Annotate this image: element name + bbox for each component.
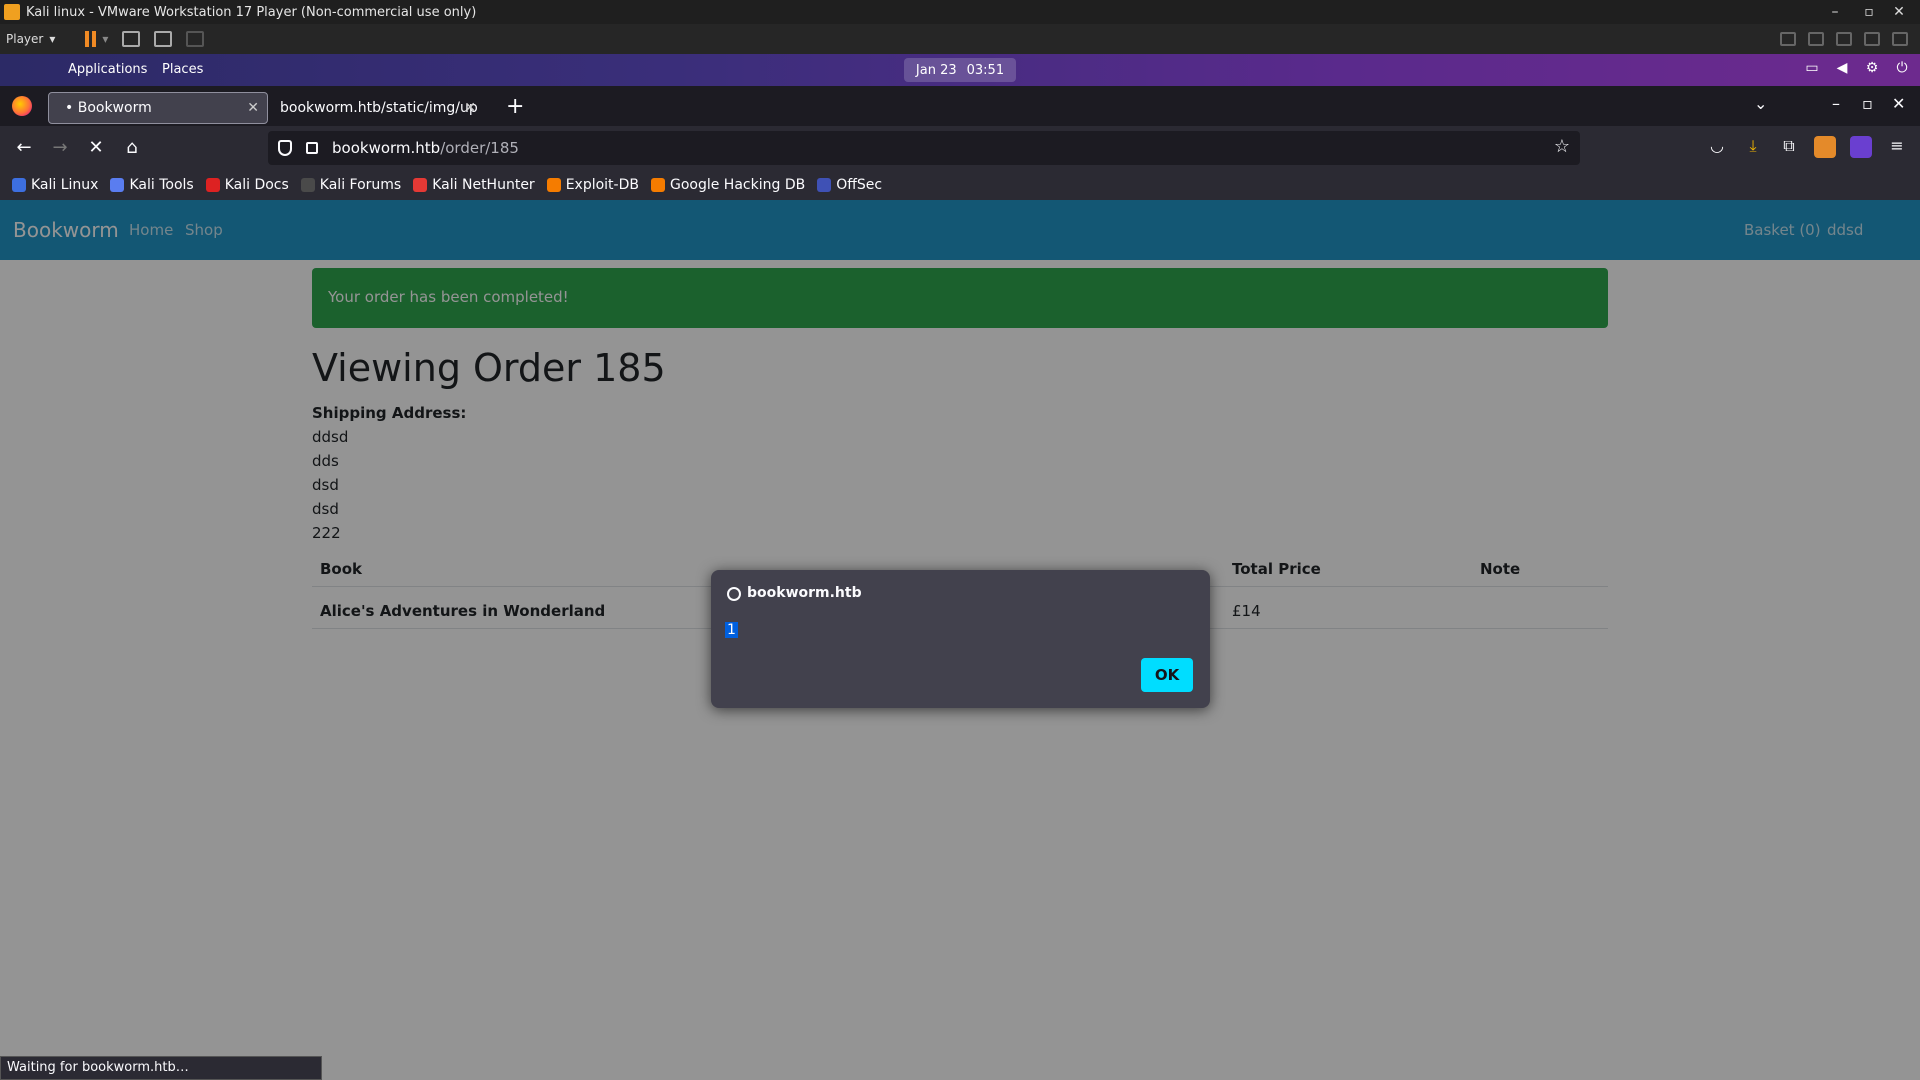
bookmark-kali-docs[interactable]: Kali Docs bbox=[205, 177, 289, 193]
downloads-icon[interactable]: ⤓ bbox=[1742, 136, 1764, 158]
bookmark-label: Exploit-DB bbox=[565, 177, 639, 193]
vmware-logo-icon bbox=[4, 4, 20, 20]
vmware-window-title: Kali linux - VMware Workstation 17 Playe… bbox=[26, 4, 477, 20]
close-window-icon[interactable]: ✕ bbox=[1892, 94, 1905, 113]
browser-status-bar: Waiting for bookworm.htb… bbox=[0, 1056, 322, 1080]
close-tab-icon[interactable]: ✕ bbox=[464, 100, 476, 116]
firefox-logo-icon bbox=[12, 96, 32, 116]
kali-nethunter-icon bbox=[413, 178, 428, 192]
panel-clock[interactable]: Jan 23 03:51 bbox=[904, 58, 1016, 82]
dialog-host: bookworm.htb bbox=[747, 585, 862, 601]
globe-icon bbox=[727, 587, 741, 601]
player-menu-label: Player bbox=[6, 32, 44, 46]
exploit-db-icon bbox=[546, 178, 561, 192]
volume-icon[interactable]: ◀ bbox=[1834, 60, 1850, 76]
maximize-icon[interactable]: ▫ bbox=[1862, 94, 1873, 113]
hamburger-menu-icon[interactable]: ≡ bbox=[1886, 136, 1908, 158]
tab-bookworm[interactable]: • Bookworm ✕ bbox=[48, 92, 268, 124]
settings-icon[interactable]: ⚙ bbox=[1864, 60, 1880, 76]
bookmarks-toolbar: Kali Linux Kali Tools Kali Docs Kali For… bbox=[0, 170, 1920, 200]
foxyproxy-extension-icon[interactable] bbox=[1850, 136, 1872, 158]
tab-static-img[interactable]: bookworm.htb/static/img/up ✕ bbox=[272, 92, 484, 124]
places-menu[interactable]: Places bbox=[162, 62, 203, 77]
clock-time: 03:51 bbox=[966, 62, 1005, 78]
forward-icon[interactable]: → bbox=[48, 136, 72, 160]
send-ctrl-alt-del-icon[interactable] bbox=[122, 31, 141, 47]
applications-menu[interactable]: Applications bbox=[68, 62, 147, 77]
lock-icon[interactable] bbox=[306, 142, 318, 154]
chevron-down-icon: ▾ bbox=[49, 32, 56, 46]
stop-loading-icon[interactable]: ✕ bbox=[84, 136, 108, 160]
tab-label: • Bookworm bbox=[65, 100, 152, 116]
chevron-down-icon[interactable]: ▾ bbox=[102, 32, 108, 46]
vm-minimize-icon[interactable]: – bbox=[1820, 0, 1850, 24]
screen-icon[interactable]: ▭ bbox=[1804, 60, 1820, 76]
pocket-icon[interactable]: ◡ bbox=[1706, 136, 1728, 158]
alert-dialog: bookworm.htb 1 OK bbox=[711, 570, 1210, 708]
power-icon[interactable]: ⏻ bbox=[1894, 60, 1910, 76]
bookmark-label: Kali Docs bbox=[224, 177, 289, 193]
new-tab-icon[interactable]: + bbox=[506, 94, 524, 119]
home-icon[interactable]: ⌂ bbox=[120, 136, 144, 160]
device-icon[interactable] bbox=[1864, 32, 1880, 46]
device-icon[interactable] bbox=[1808, 32, 1824, 46]
url-path: /order/185 bbox=[440, 139, 519, 157]
url-text[interactable]: bookworm.htb/order/185 bbox=[332, 139, 519, 157]
fullscreen-icon[interactable] bbox=[154, 31, 173, 47]
device-icon[interactable] bbox=[1836, 32, 1852, 46]
browser-nav-bar: ← → ✕ ⌂ bookworm.htb/order/185 ☆ ◡ ⤓ ⧉ ≡ bbox=[0, 126, 1920, 170]
bookmark-label: Kali Tools bbox=[129, 177, 194, 193]
vm-device-icons bbox=[1780, 24, 1908, 54]
url-host: bookworm.htb bbox=[332, 139, 441, 157]
kali-tools-icon bbox=[110, 178, 125, 192]
bookmark-label: Google Hacking DB bbox=[669, 177, 806, 193]
system-tray: ▭ ◀ ⚙ ⏻ bbox=[1804, 60, 1910, 76]
minimize-icon[interactable]: – bbox=[1832, 94, 1840, 113]
dialog-message: 1 bbox=[725, 622, 738, 638]
back-icon[interactable]: ← bbox=[12, 136, 36, 160]
close-tab-icon[interactable]: ✕ bbox=[247, 100, 259, 116]
vm-restore-icon[interactable]: ▫ bbox=[1854, 0, 1884, 24]
kali-forums-icon bbox=[300, 178, 315, 192]
bookmark-kali-linux[interactable]: Kali Linux bbox=[12, 177, 98, 193]
bookmark-exploit-db[interactable]: Exploit-DB bbox=[546, 177, 639, 193]
bookmark-google-hacking-db[interactable]: Google Hacking DB bbox=[650, 177, 806, 193]
address-bar[interactable]: bookworm.htb/order/185 ☆ bbox=[268, 131, 1580, 165]
tab-label: bookworm.htb/static/img/up bbox=[280, 100, 478, 116]
pause-icon[interactable] bbox=[85, 31, 97, 47]
kali-linux-icon bbox=[12, 178, 26, 192]
vm-close-icon[interactable]: ✕ bbox=[1884, 0, 1914, 24]
kali-docs-icon bbox=[205, 178, 220, 192]
offsec-icon bbox=[817, 178, 832, 192]
tracking-protection-icon[interactable] bbox=[278, 140, 292, 156]
extensions-icon[interactable]: ⧉ bbox=[1778, 136, 1800, 158]
device-icon[interactable] bbox=[1780, 32, 1796, 46]
bookmark-kali-forums[interactable]: Kali Forums bbox=[300, 177, 402, 193]
unity-icon[interactable] bbox=[186, 31, 205, 47]
browser-tab-strip: • Bookworm ✕ bookworm.htb/static/img/up … bbox=[0, 86, 1920, 126]
device-icon[interactable] bbox=[1892, 32, 1908, 46]
bookmark-label: Kali NetHunter bbox=[432, 177, 535, 193]
vmware-toolbar: Player ▾ ▾ bbox=[0, 24, 1920, 54]
ghdb-icon bbox=[650, 178, 665, 192]
bookmark-kali-tools[interactable]: Kali Tools bbox=[110, 177, 194, 193]
list-all-tabs-icon[interactable]: ⌄ bbox=[1754, 94, 1767, 113]
burp-extension-icon[interactable] bbox=[1814, 136, 1836, 158]
apple-menu-icon[interactable] bbox=[20, 60, 38, 80]
bookmark-label: Kali Linux bbox=[31, 177, 99, 193]
desktop-top-panel: Applications Places Jan 23 03:51 ▭ ◀ ⚙ ⏻ bbox=[0, 54, 1920, 86]
bookmark-offsec[interactable]: OffSec bbox=[817, 177, 882, 193]
bookmark-label: OffSec bbox=[836, 177, 883, 193]
ok-button[interactable]: OK bbox=[1141, 658, 1193, 692]
bookmark-star-icon[interactable]: ☆ bbox=[1554, 136, 1570, 157]
player-menu[interactable]: Player ▾ bbox=[6, 32, 55, 46]
bookmark-kali-nethunter[interactable]: Kali NetHunter bbox=[413, 177, 535, 193]
clock-date: Jan 23 bbox=[915, 62, 957, 78]
bookmark-label: Kali Forums bbox=[319, 177, 402, 193]
vmware-title-bar: Kali linux - VMware Workstation 17 Playe… bbox=[0, 0, 1920, 24]
